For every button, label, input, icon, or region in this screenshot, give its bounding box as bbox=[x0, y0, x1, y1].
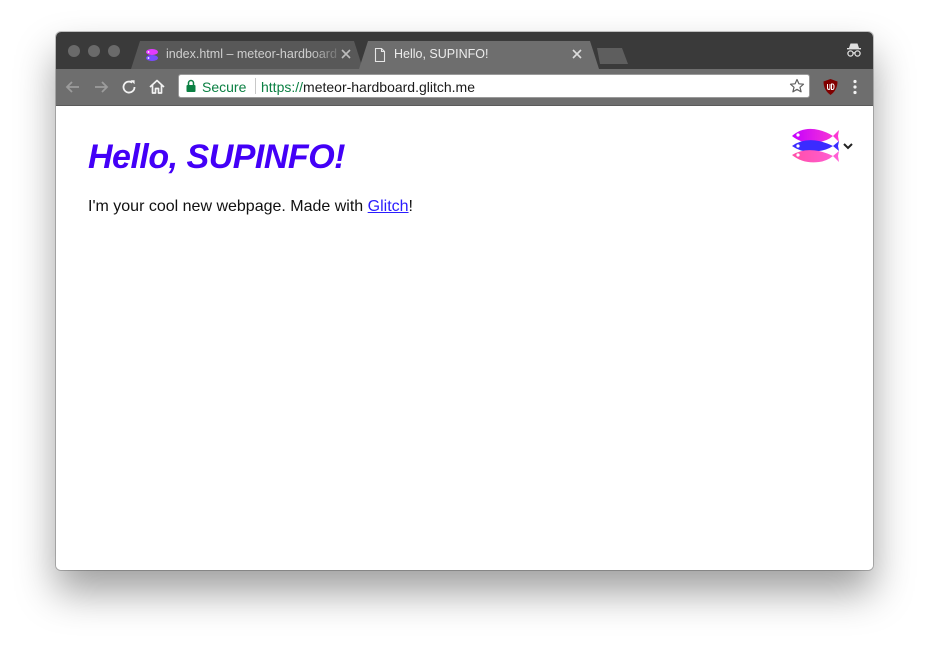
incognito-icon bbox=[847, 43, 861, 57]
intro-suffix: ! bbox=[408, 198, 413, 215]
new-tab-button[interactable] bbox=[597, 48, 628, 64]
document-icon bbox=[374, 47, 386, 63]
glitch-fish-icon bbox=[146, 49, 158, 61]
reload-icon[interactable] bbox=[119, 77, 139, 97]
forward-arrow-icon[interactable] bbox=[91, 77, 111, 97]
glitch-fish-logo-icon[interactable] bbox=[789, 124, 841, 166]
ublock-extension-icon[interactable] bbox=[822, 78, 839, 96]
secure-label: Secure bbox=[202, 79, 247, 95]
address-bar[interactable]: Secure https://meteor-hardboard.glitch.m… bbox=[178, 74, 810, 98]
minimize-window-button[interactable] bbox=[88, 45, 100, 57]
url-scheme: https:// bbox=[261, 79, 304, 95]
tab-hello-supinfo[interactable]: Hello, SUPINFO! bbox=[359, 41, 599, 69]
close-icon[interactable] bbox=[339, 47, 353, 61]
address-divider bbox=[255, 78, 256, 94]
home-icon[interactable] bbox=[147, 77, 167, 97]
chevron-down-icon[interactable] bbox=[842, 142, 854, 150]
glitch-link[interactable]: Glitch bbox=[368, 198, 409, 215]
tab-editor[interactable]: index.html – meteor-hardboard bbox=[131, 41, 363, 69]
tab-title: Hello, SUPINFO! bbox=[394, 47, 489, 61]
intro-text: I'm your cool new webpage. Made with bbox=[88, 198, 368, 215]
intro-paragraph: I'm your cool new webpage. Made with Gli… bbox=[88, 198, 413, 216]
page-content: Hello, SUPINFO! I'm your cool new webpag… bbox=[56, 106, 873, 570]
menu-dots-icon[interactable] bbox=[849, 78, 861, 96]
close-window-button[interactable] bbox=[68, 45, 80, 57]
lock-icon bbox=[186, 79, 196, 92]
url-host: meteor-hardboard.glitch.me bbox=[303, 79, 476, 95]
browser-toolbar: Secure https://meteor-hardboard.glitch.m… bbox=[56, 69, 873, 106]
url-text[interactable]: https://meteor-hardboard.glitch.me bbox=[261, 79, 475, 95]
page-heading: Hello, SUPINFO! bbox=[88, 138, 345, 176]
close-icon[interactable] bbox=[570, 47, 584, 61]
back-arrow-icon[interactable] bbox=[63, 77, 83, 97]
browser-window: index.html – meteor-hardboard Hello, SUP… bbox=[56, 32, 873, 570]
tab-title: index.html – meteor-hardboard bbox=[166, 47, 337, 61]
zoom-window-button[interactable] bbox=[108, 45, 120, 57]
bookmark-star-icon[interactable] bbox=[789, 78, 805, 94]
tab-strip: index.html – meteor-hardboard Hello, SUP… bbox=[56, 32, 873, 69]
